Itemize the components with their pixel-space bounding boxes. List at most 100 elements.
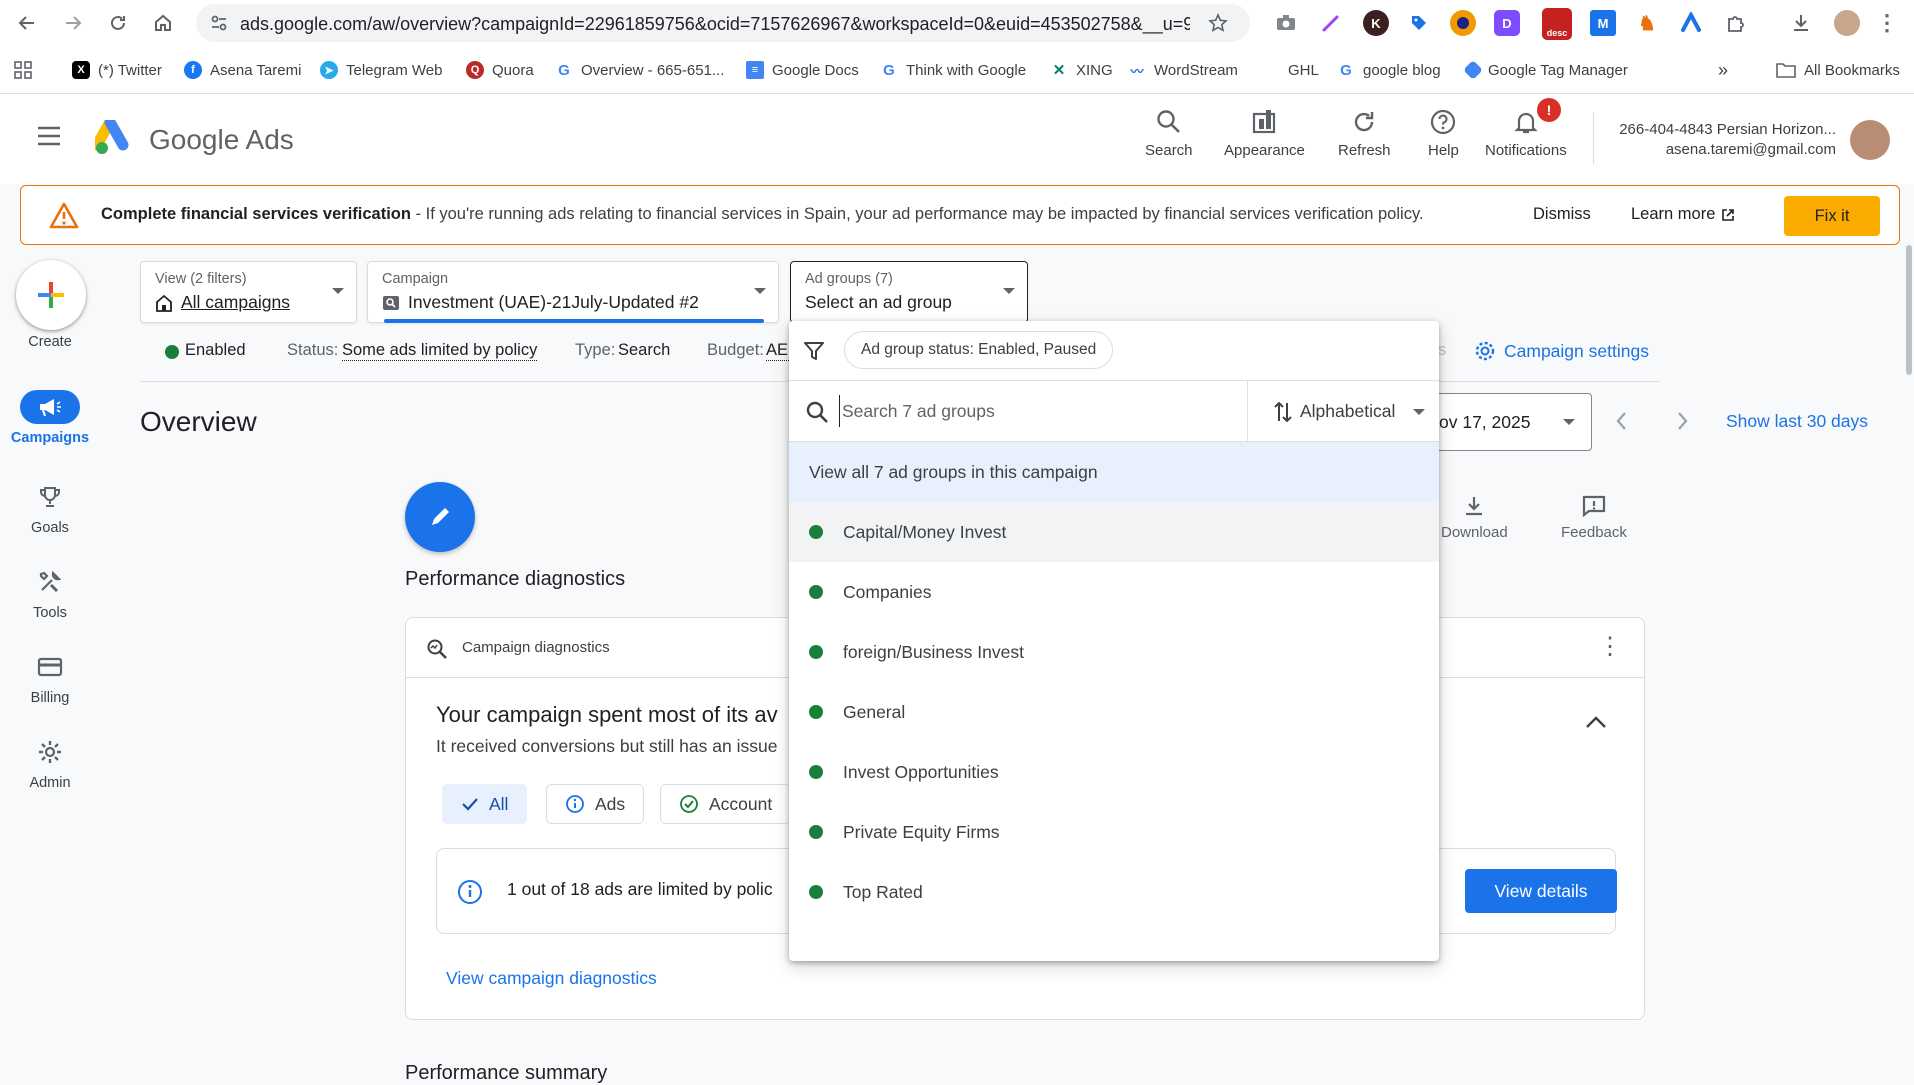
- bookmark-wordstream[interactable]: 〰 WordStream: [1128, 58, 1237, 82]
- bookmark-twitter[interactable]: X (*) Twitter: [72, 58, 162, 82]
- campaign-selector-underline: [384, 319, 764, 323]
- gear-icon: [39, 741, 61, 763]
- download-icon: [1466, 497, 1483, 516]
- billing-icon: [37, 657, 63, 677]
- bookmark-google-docs[interactable]: ≡ Google Docs: [746, 58, 859, 82]
- m-extension-icon[interactable]: M: [1590, 10, 1616, 36]
- bookmark-google-blog[interactable]: Ggoogle blog: [1337, 58, 1440, 82]
- notification-badge: !: [1537, 98, 1561, 122]
- bookmark-facebook[interactable]: f Asena Taremi: [184, 58, 301, 82]
- create-button[interactable]: [16, 260, 86, 330]
- site-info-icon[interactable]: [210, 14, 228, 32]
- nav-tools[interactable]: Tools: [0, 565, 100, 621]
- ad-group-status-filter-chip[interactable]: Ad group status: Enabled, Paused: [844, 331, 1114, 369]
- header-refresh-button[interactable]: Refresh: [1338, 108, 1391, 159]
- moon-extension-icon[interactable]: [1450, 10, 1476, 36]
- view-all-ad-groups-option[interactable]: View all 7 ad groups in this campaign: [789, 442, 1439, 502]
- ad-group-option[interactable]: Private Equity Firms: [789, 802, 1439, 862]
- reload-button[interactable]: [103, 8, 133, 38]
- bird-extension-icon[interactable]: ♞: [1634, 10, 1660, 36]
- account-avatar[interactable]: [1850, 120, 1890, 160]
- forward-button[interactable]: [58, 8, 88, 38]
- help-icon: [1431, 109, 1456, 135]
- header-appearance-button[interactable]: Appearance: [1224, 108, 1305, 159]
- tag-extension-icon[interactable]: [1406, 10, 1432, 36]
- more-options-icon[interactable]: ⋮: [1598, 632, 1622, 661]
- plus-icon: [38, 282, 64, 308]
- arc-extension-icon[interactable]: [1678, 10, 1704, 36]
- ad-group-option[interactable]: Capital/Money Invest: [789, 502, 1439, 562]
- ad-group-option[interactable]: Companies: [789, 562, 1439, 622]
- view-campaign-diagnostics-link[interactable]: View campaign diagnostics: [446, 968, 657, 989]
- back-button[interactable]: [12, 8, 42, 38]
- puzzle-icon[interactable]: [1723, 10, 1749, 36]
- learn-more-link[interactable]: Learn more: [1631, 205, 1735, 224]
- all-bookmarks[interactable]: All Bookmarks: [1776, 58, 1900, 82]
- x-icon: X: [72, 61, 90, 79]
- ad-group-selector[interactable]: Ad groups (7) Select an ad group: [790, 261, 1028, 323]
- reload-icon: [111, 15, 125, 30]
- diagnostics-subline: It received conversions but still has an…: [436, 736, 778, 756]
- collapse-chevron-icon[interactable]: [1584, 714, 1608, 730]
- brand-title[interactable]: Google Ads: [149, 124, 294, 156]
- ad-group-option[interactable]: Top Rated: [789, 862, 1439, 922]
- d-extension-icon[interactable]: D: [1494, 10, 1520, 36]
- dismiss-button[interactable]: Dismiss: [1533, 205, 1591, 224]
- page-scrollbar[interactable]: [1906, 245, 1912, 375]
- desc-extension-icon[interactable]: desc: [1542, 8, 1572, 40]
- appearance-icon: [1253, 110, 1276, 134]
- download-icon[interactable]: [1788, 10, 1814, 36]
- nav-admin[interactable]: Admin: [0, 735, 100, 791]
- bookmark-think-with-google[interactable]: G Think with Google: [880, 58, 1026, 82]
- status-value-link[interactable]: Some ads limited by policy: [342, 341, 538, 361]
- download-button[interactable]: Download: [1441, 494, 1508, 541]
- header-search-button[interactable]: Search: [1145, 108, 1193, 159]
- ad-group-option[interactable]: General: [789, 682, 1439, 742]
- pen-icon[interactable]: [1318, 10, 1344, 36]
- camera-icon[interactable]: [1273, 10, 1299, 36]
- bookmark-overview[interactable]: G Overview - 665-651...: [555, 58, 724, 82]
- sort-order-dropdown[interactable]: Alphabetical: [1247, 381, 1439, 442]
- filter-chip-account[interactable]: Account: [660, 784, 792, 824]
- bookmark-ghl[interactable]: GHL: [1288, 58, 1319, 82]
- star-icon[interactable]: [1208, 13, 1228, 33]
- nav-campaigns[interactable]: Campaigns: [0, 390, 100, 446]
- ad-group-option[interactable]: foreign/Business Invest: [789, 622, 1439, 682]
- home-button[interactable]: [148, 8, 178, 38]
- filter-chip-all[interactable]: All: [442, 784, 528, 824]
- bookmark-gtm[interactable]: Google Tag Manager: [1463, 58, 1628, 82]
- next-date-icon[interactable]: [1672, 410, 1692, 432]
- feedback-button[interactable]: Feedback: [1561, 494, 1627, 541]
- apps-icon[interactable]: [14, 58, 32, 82]
- account-info[interactable]: 266-404-4843 Persian Horizon... asena.ta…: [1608, 120, 1836, 160]
- ad-group-option[interactable]: Invest Opportunities: [789, 742, 1439, 802]
- telegram-icon: ➤: [320, 61, 338, 79]
- profile-avatar[interactable]: [1834, 10, 1860, 36]
- edit-overview-button[interactable]: [405, 482, 475, 552]
- campaign-selector[interactable]: Campaign Investment (UAE)-21July-Updated…: [367, 261, 779, 323]
- menu-dots-icon[interactable]: ⋮: [1874, 10, 1900, 36]
- bookmark-telegram[interactable]: ➤ Telegram Web: [320, 58, 442, 82]
- view-details-button[interactable]: View details: [1465, 869, 1617, 913]
- more-bookmarks-icon[interactable]: »: [1718, 58, 1728, 82]
- wordstream-icon: 〰: [1130, 63, 1144, 79]
- show-last-30-days-link[interactable]: Show last 30 days: [1726, 411, 1868, 432]
- campaign-settings-link[interactable]: Campaign settings: [1474, 340, 1649, 362]
- bookmark-xing[interactable]: ✕ XING: [1050, 58, 1113, 82]
- address-bar[interactable]: ads.google.com/aw/overview?campaignId=22…: [196, 4, 1250, 42]
- main-menu-icon[interactable]: [36, 126, 62, 146]
- bookmark-quora[interactable]: Q Quora: [466, 58, 534, 82]
- fix-it-button[interactable]: Fix it: [1784, 196, 1880, 236]
- header-notifications-button[interactable]: Notifications !: [1485, 98, 1567, 159]
- chevron-down-icon: [1413, 408, 1426, 415]
- create-label: Create: [28, 334, 72, 350]
- k-extension-icon[interactable]: K: [1363, 10, 1389, 36]
- filter-icon[interactable]: [803, 340, 825, 362]
- nav-goals[interactable]: Goals: [0, 480, 100, 536]
- ad-group-search-input[interactable]: [839, 395, 1219, 427]
- nav-billing[interactable]: Billing: [0, 650, 100, 706]
- filter-chip-ads[interactable]: Ads: [546, 784, 645, 824]
- view-selector[interactable]: View (2 filters) All campaigns: [140, 261, 357, 323]
- header-help-button[interactable]: Help: [1428, 108, 1459, 159]
- prev-date-icon[interactable]: [1612, 410, 1632, 432]
